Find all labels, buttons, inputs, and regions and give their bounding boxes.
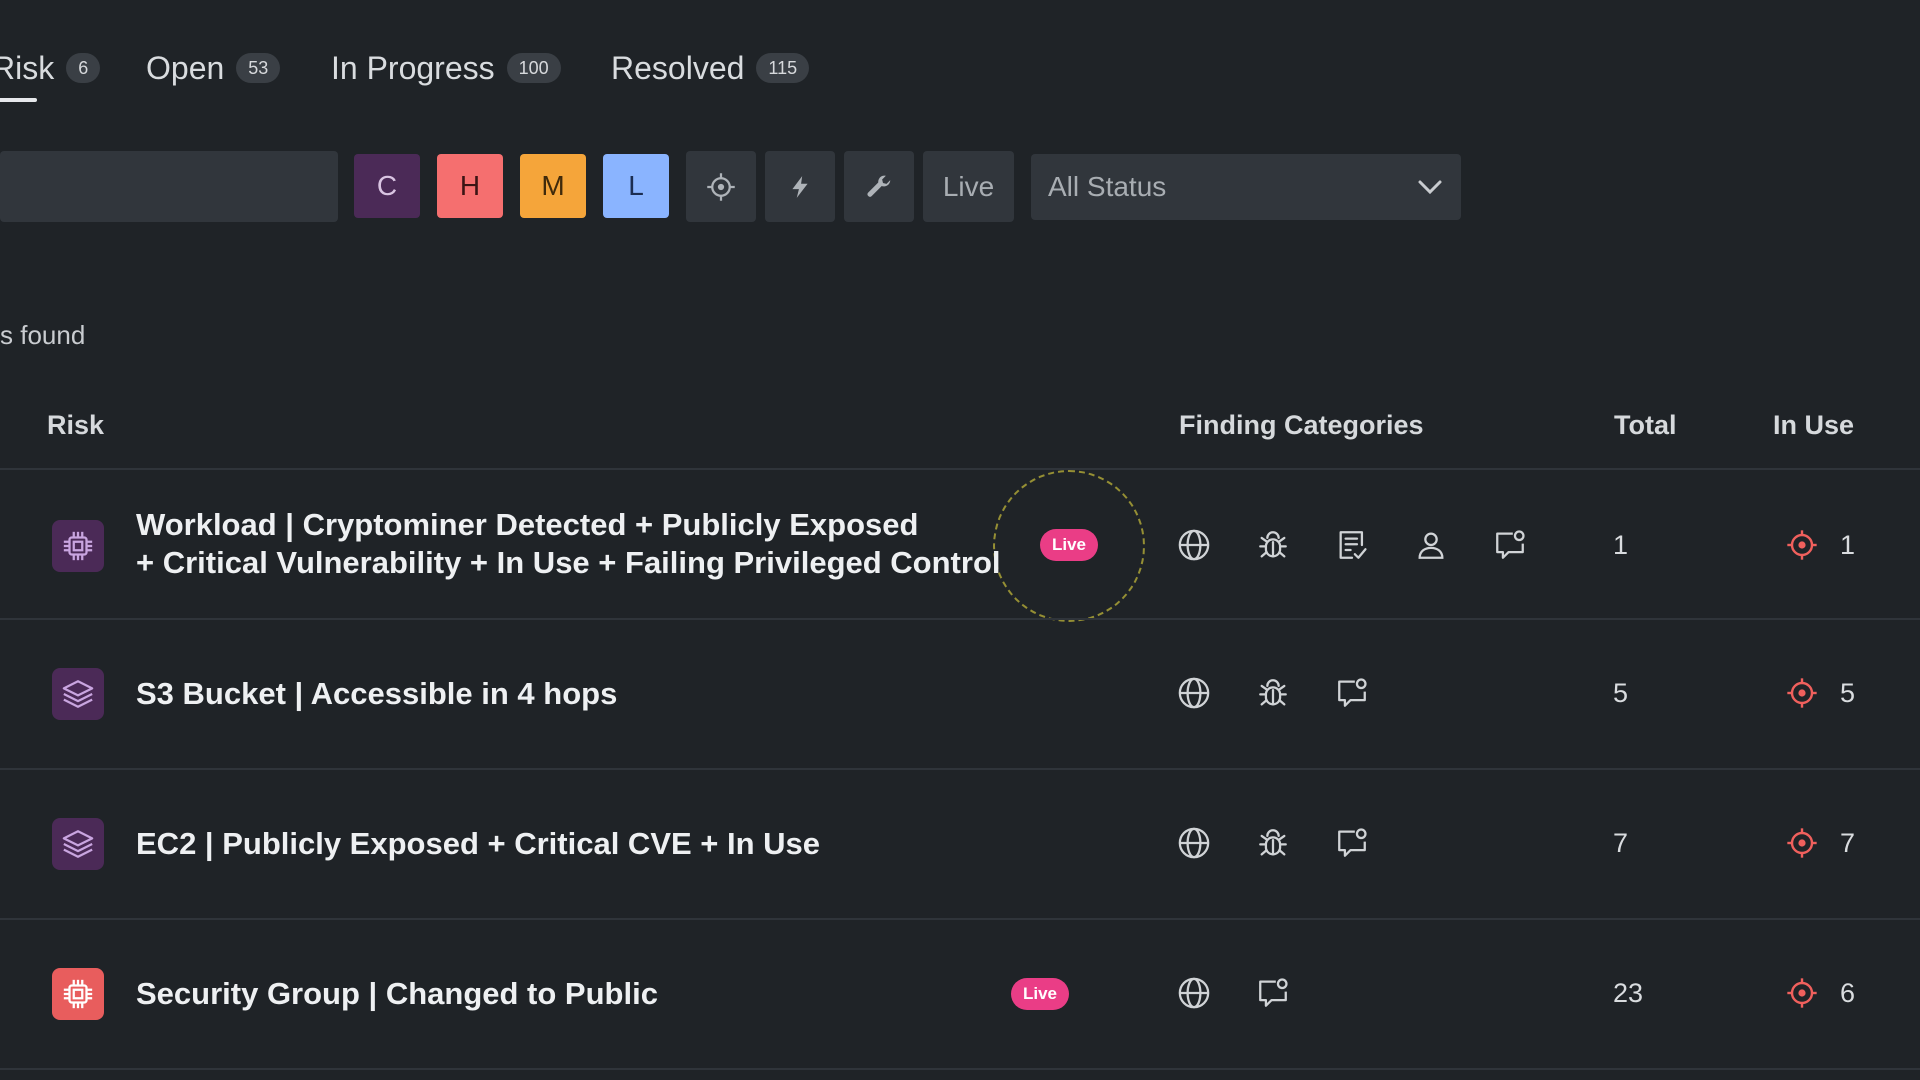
wrench-icon [867,175,891,197]
tab-count-badge: 6 [66,53,101,83]
layers-icon [52,668,104,720]
crosshair-icon [1786,677,1818,709]
tab-label: Open [146,49,225,86]
row-divider [0,1068,1920,1070]
tab-label: Resolved [611,49,745,86]
risk-title[interactable]: Workload | Cryptominer Detected + Public… [136,506,1001,582]
table-header: Risk Finding Categories Total In Use [0,410,1920,470]
table-row[interactable]: Security Group | Changed to Public Live … [0,918,1920,1070]
total-count: 5 [1613,678,1629,708]
crosshair-icon [1786,529,1818,561]
layers-icon [52,818,104,870]
tab-resolved[interactable]: Resolved 115 [611,38,810,98]
status-select[interactable]: All Status [1031,154,1461,220]
chip-icon [52,968,104,1020]
table-row[interactable]: S3 Bucket | Accessible in 4 hops 5 5 [0,618,1920,770]
bug-icon [1256,826,1290,860]
fix-filter-button[interactable] [844,151,914,222]
risk-title-line: Workload | Cryptominer Detected + Public… [136,507,919,542]
active-tab-indicator [0,98,37,102]
bolt-icon [792,175,808,198]
table-row[interactable]: EC2 | Publicly Exposed + Critical CVE + … [0,768,1920,920]
comment-icon [1335,676,1369,710]
crosshair-icon [707,172,735,201]
column-header-in-use[interactable]: In Use [1773,410,1854,441]
tab-label: In Progress [331,49,495,86]
user-icon [1414,528,1448,562]
globe-icon [1177,826,1211,860]
crosshair-icon [1786,977,1818,1009]
chip-icon [52,520,104,572]
tab-risk[interactable]: Risk 6 [0,38,101,102]
comment-icon [1256,976,1290,1010]
checklist-icon [1335,528,1369,562]
tab-label: Risk [0,49,55,86]
live-filter-button[interactable]: Live [923,151,1014,222]
comment-icon [1493,528,1527,562]
column-header-total[interactable]: Total [1614,410,1677,441]
in-use-count: 5 [1840,678,1856,708]
in-use-filter-button[interactable] [686,151,756,222]
exploit-filter-button[interactable] [765,151,835,222]
total-count: 23 [1613,978,1644,1008]
results-count-text: s found [0,320,86,350]
bug-icon [1256,676,1290,710]
severity-high-button[interactable]: H [437,154,503,218]
globe-icon [1177,976,1211,1010]
table-row[interactable]: Workload | Cryptominer Detected + Public… [0,468,1920,620]
in-use-count: 6 [1840,978,1856,1008]
risk-title[interactable]: EC2 | Publicly Exposed + Critical CVE + … [136,825,820,863]
risk-title[interactable]: S3 Bucket | Accessible in 4 hops [136,675,617,713]
column-header-risk[interactable]: Risk [47,410,104,441]
live-badge: Live [1040,529,1099,561]
tab-in-progress[interactable]: In Progress 100 [331,38,561,98]
severity-critical-button[interactable]: C [354,154,420,218]
in-use-count: 1 [1840,530,1856,560]
total-count: 1 [1613,530,1629,560]
crosshair-icon [1786,827,1818,859]
globe-icon [1177,676,1211,710]
search-input[interactable] [0,151,338,222]
comment-icon [1335,826,1369,860]
tab-open[interactable]: Open 53 [146,38,281,98]
risk-title[interactable]: Security Group | Changed to Public [136,975,658,1013]
severity-medium-button[interactable]: M [520,154,586,218]
chevron-down-icon [1418,180,1442,195]
column-header-finding-categories[interactable]: Finding Categories [1179,410,1424,441]
total-count: 7 [1613,828,1629,858]
tab-count-badge: 115 [756,53,810,83]
risk-title-line: + Critical Vulnerability + In Use + Fail… [136,545,1001,580]
tab-count-badge: 100 [506,53,561,83]
globe-icon [1177,528,1211,562]
bug-icon [1256,528,1290,562]
in-use-count: 7 [1840,828,1856,858]
severity-low-button[interactable]: L [603,154,669,218]
status-select-value: All Status [1048,171,1167,202]
live-badge: Live [1011,978,1070,1010]
tab-count-badge: 53 [236,53,281,83]
